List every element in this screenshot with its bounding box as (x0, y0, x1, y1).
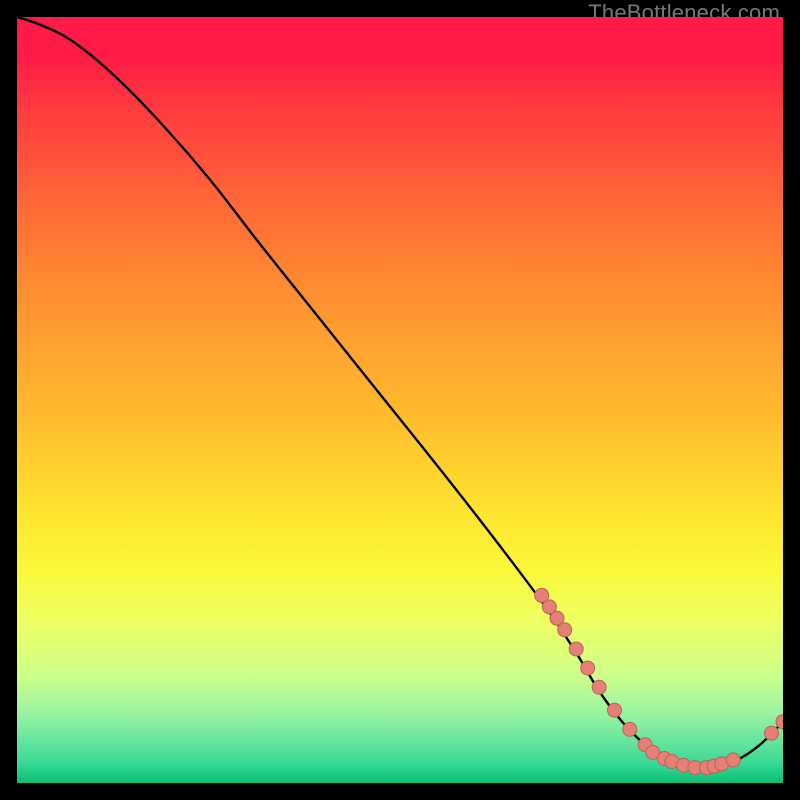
data-points-group (535, 588, 783, 774)
chart-svg (17, 17, 783, 783)
data-point (623, 722, 637, 736)
plot-area (17, 17, 783, 783)
chart-stage: TheBottleneck.com (0, 0, 800, 800)
data-point (592, 680, 606, 694)
data-point (569, 642, 583, 656)
data-point (607, 703, 621, 717)
data-point (765, 726, 779, 740)
data-point (726, 753, 740, 767)
data-point (581, 661, 595, 675)
data-point (558, 623, 572, 637)
bottleneck-curve-line (17, 17, 783, 769)
